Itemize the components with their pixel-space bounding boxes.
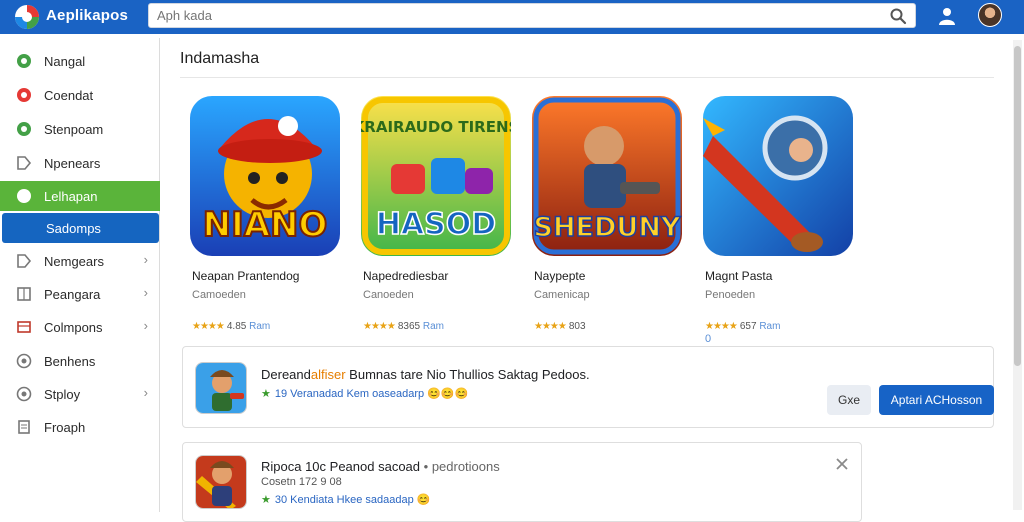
svg-text:SHEDUNY: SHEDUNY bbox=[534, 212, 681, 243]
circle-green-icon bbox=[17, 122, 31, 136]
account-icon[interactable] bbox=[936, 5, 958, 27]
grid-icon bbox=[17, 287, 31, 301]
search-icon[interactable] bbox=[889, 7, 907, 25]
sidebar-item-sadomps[interactable]: Sadomps bbox=[2, 213, 159, 243]
app-icon[interactable]: NIANO bbox=[190, 96, 340, 256]
doc-icon bbox=[18, 420, 30, 434]
notification-rating: ★ 30 Kendiata Hkee sadaadap 😊 bbox=[261, 494, 431, 506]
emoji-icon: 😊 bbox=[416, 494, 431, 506]
sidebar-item-benhens[interactable]: Benhens bbox=[0, 346, 160, 376]
star-rating-icon: ★★★★ bbox=[705, 321, 738, 332]
star-rating-icon: ★★★★ bbox=[534, 321, 567, 332]
app-card[interactable]: SHEDUNY Naypepte Camenicap ★★★★ 803 bbox=[522, 96, 682, 356]
notification-title: Dereandalfiser Bumnas tare Nio Thullios … bbox=[261, 367, 590, 382]
app-name[interactable]: Neapan Prantendog bbox=[192, 269, 299, 283]
sidebar-item-colmpons[interactable]: Colmpons › bbox=[0, 312, 160, 342]
top-app-bar: Aeplikapos bbox=[0, 0, 1024, 34]
app-title: Aeplikapos bbox=[46, 7, 129, 24]
sidebar-item-nemgears[interactable]: Nemgears › bbox=[0, 246, 160, 276]
scrollbar-thumb[interactable] bbox=[1014, 46, 1021, 366]
sidebar-item-froaph[interactable]: Froaph bbox=[0, 412, 160, 442]
star-rating-icon: ★★★★ bbox=[363, 321, 396, 332]
circle-green-icon bbox=[17, 54, 31, 68]
tag-icon bbox=[17, 254, 32, 268]
sidebar-item-label: Nangal bbox=[44, 54, 86, 69]
sidebar-item-peangara[interactable]: Peangara › bbox=[0, 279, 160, 309]
section-title: Indamasha bbox=[180, 50, 260, 67]
app-icon[interactable] bbox=[703, 96, 853, 256]
app-name[interactable]: Magnt Pasta bbox=[705, 269, 772, 283]
secondary-button[interactable]: Gxe bbox=[827, 385, 871, 415]
app-category: Camenicap bbox=[534, 289, 590, 301]
notification-rating: ★ 19 Veranadad Kem oaseadarp 😊😊😊 bbox=[261, 388, 469, 400]
app-rating: ★★★★ 803 bbox=[534, 321, 586, 332]
app-rating: ★★★★ 8365 Ram bbox=[363, 321, 445, 332]
sidebar: Nangal Coendat Stenpoam Npenears Lelhapa… bbox=[0, 38, 160, 512]
chevron-right-icon: › bbox=[143, 318, 148, 333]
sidebar-item-label: Froaph bbox=[44, 420, 86, 435]
avatar[interactable] bbox=[978, 3, 1002, 27]
app-rating: ★★★★ 657 Ram bbox=[705, 321, 781, 332]
sidebar-item-lelhapan[interactable]: Lelhapan bbox=[0, 181, 160, 211]
app-name[interactable]: Napedrediesbar bbox=[363, 269, 448, 283]
sidebar-item-label: Lelhapan bbox=[44, 189, 98, 204]
app-icon[interactable]: KRAIRAUDO TIRENS HASOD bbox=[361, 96, 511, 256]
sidebar-item-stploy[interactable]: Stploy › bbox=[0, 379, 160, 409]
app-icon[interactable]: SHEDUNY bbox=[532, 96, 682, 256]
sidebar-item-label: Benhens bbox=[44, 354, 96, 369]
app-category: Canoeden bbox=[363, 289, 414, 301]
sidebar-item-label: Stploy bbox=[44, 387, 81, 402]
star-icon: ★ bbox=[261, 388, 271, 400]
svg-text:HASOD: HASOD bbox=[376, 207, 496, 242]
app-card[interactable]: KRAIRAUDO TIRENS HASOD Napedrediesbar Ca… bbox=[351, 96, 511, 356]
star-rating-icon: ★★★★ bbox=[192, 321, 225, 332]
sidebar-item-label: Nemgears bbox=[44, 254, 104, 269]
sidebar-item-coendat[interactable]: Coendat bbox=[0, 80, 160, 110]
star-icon: ★ bbox=[261, 494, 271, 506]
promo-notification: Dereandalfiser Bumnas tare Nio Thullios … bbox=[182, 346, 994, 428]
sidebar-item-label: Npenears bbox=[44, 156, 101, 171]
divider bbox=[180, 77, 994, 78]
chevron-right-icon: › bbox=[143, 385, 148, 400]
svg-text:KRAIRAUDO TIRENS: KRAIRAUDO TIRENS bbox=[361, 118, 511, 136]
circle-gray-icon bbox=[16, 386, 32, 402]
sidebar-item-label: Peangara bbox=[44, 287, 101, 302]
sidebar-item-label: Coendat bbox=[44, 88, 94, 103]
app-category: Camoeden bbox=[192, 289, 246, 301]
app-logo-icon[interactable] bbox=[14, 4, 40, 30]
sidebar-item-npenears[interactable]: Npenears bbox=[0, 148, 160, 178]
circle-gray-icon bbox=[16, 353, 32, 369]
sidebar-item-label: Colmpons bbox=[44, 320, 103, 335]
app-card[interactable]: NIANO Neapan Prantendog Camoeden ★★★★ 4.8… bbox=[180, 96, 340, 356]
tag-icon bbox=[17, 156, 32, 170]
search-bar[interactable] bbox=[148, 3, 916, 28]
close-icon[interactable] bbox=[835, 457, 849, 471]
svg-text:NIANO: NIANO bbox=[203, 205, 328, 245]
chevron-right-icon: › bbox=[143, 252, 148, 267]
app-name[interactable]: Naypepte bbox=[534, 269, 585, 283]
notification-thumbnail bbox=[195, 362, 247, 414]
sidebar-item-nangal[interactable]: Nangal bbox=[0, 46, 160, 76]
app-count: 0 bbox=[705, 333, 712, 345]
emoji-icon: 😊😊😊 bbox=[427, 388, 469, 400]
sidebar-item-label: Stenpoam bbox=[44, 122, 104, 137]
notification-thumbnail bbox=[195, 455, 247, 509]
chevron-right-icon: › bbox=[143, 285, 148, 300]
search-input[interactable] bbox=[157, 6, 877, 25]
box-icon bbox=[17, 321, 31, 333]
app-notification: Ripoca 10c Peanod sacoad • pedrotioons C… bbox=[182, 442, 862, 522]
notification-subtitle: Cosetn 172 9 08 bbox=[261, 476, 342, 488]
vertical-scrollbar[interactable] bbox=[1013, 40, 1022, 510]
notification-title: Ripoca 10c Peanod sacoad • pedrotioons bbox=[261, 459, 500, 474]
sidebar-item-stenpoam[interactable]: Stenpoam bbox=[0, 114, 160, 144]
circle-white-icon bbox=[17, 189, 31, 203]
app-rating: ★★★★ 4.85 Ram bbox=[192, 321, 271, 332]
circle-red-icon bbox=[17, 88, 31, 102]
primary-action-button[interactable]: Aptari ACHosson bbox=[879, 385, 994, 415]
sidebar-item-label: Sadomps bbox=[46, 221, 101, 236]
app-card[interactable]: Magnt Pasta Penoeden ★★★★ 657 Ram 0 bbox=[693, 96, 853, 356]
app-category: Penoeden bbox=[705, 289, 756, 301]
